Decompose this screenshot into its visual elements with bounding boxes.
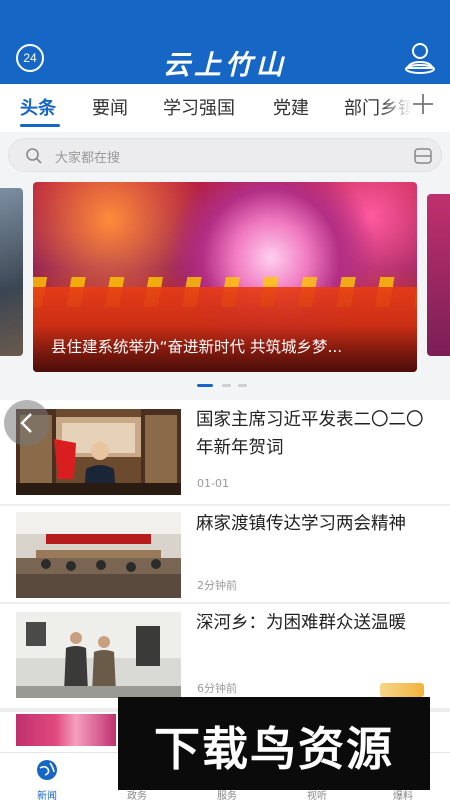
globe-icon xyxy=(36,759,58,781)
nav-news[interactable]: 新闻 xyxy=(17,755,77,800)
ad-badge xyxy=(380,683,424,697)
watermark-overlay: 下载鸟资源 xyxy=(118,697,430,790)
tab-study[interactable]: 学习强国 xyxy=(163,94,235,120)
back-button[interactable] xyxy=(4,400,50,446)
news-item[interactable]: 麻家渡镇传达学习两会精神 2分钟前 xyxy=(0,506,450,602)
news-meta: 6分钟前 xyxy=(197,682,237,695)
app-header: 24 云上竹山 xyxy=(0,0,450,84)
indicator-dot xyxy=(238,384,247,387)
next-slide-preview[interactable] xyxy=(427,194,450,356)
channel-tabs: 头条 要闻 学习强国 党建 部门乡镇 xyxy=(0,84,450,132)
news-meta: 01-01 xyxy=(197,477,229,490)
watermark-text: 下载鸟资源 xyxy=(154,722,394,776)
tab-party[interactable]: 党建 xyxy=(273,94,309,120)
active-tab-indicator xyxy=(20,124,60,127)
news-item[interactable]: 国家主席习近平发表二〇二〇年新年贺词 01-01 xyxy=(0,400,450,504)
news-meta: 2分钟前 xyxy=(197,579,237,592)
search-placeholder: 大家都在搜 xyxy=(55,151,121,166)
news-thumbnail xyxy=(16,512,181,598)
prev-slide-preview[interactable] xyxy=(0,188,23,356)
banner-slide[interactable]: 县住建系统举办“奋进新时代 共筑城乡梦... xyxy=(33,182,417,372)
tab-key-news[interactable]: 要闻 xyxy=(92,94,128,120)
search-area: 大家都在搜 xyxy=(0,132,450,178)
indicator-dot xyxy=(222,384,231,387)
news-title: 麻家渡镇传达学习两会精神 xyxy=(196,514,406,534)
tab-headlines[interactable]: 头条 xyxy=(20,94,56,120)
search-bar[interactable]: 大家都在搜 xyxy=(8,138,442,172)
nav-label: 新闻 xyxy=(37,791,57,800)
plus-icon[interactable] xyxy=(411,92,435,123)
banner-title: 县住建系统举办“奋进新时代 共筑城乡梦... xyxy=(51,338,343,356)
indicator-dot-active xyxy=(197,384,213,387)
news-title: 国家主席习近平发表二〇二〇年新年贺词 xyxy=(196,410,424,458)
user-profile-icon[interactable] xyxy=(402,40,438,74)
news-thumbnail xyxy=(16,612,181,698)
scan-icon[interactable] xyxy=(413,146,433,166)
banner-carousel[interactable]: 县住建系统举办“奋进新时代 共筑城乡梦... xyxy=(0,178,450,400)
search-icon xyxy=(25,147,43,165)
news-title: 深河乡：为困难群众送温暖 xyxy=(196,613,406,633)
news-thumbnail-partial xyxy=(16,714,116,746)
app-title: 云上竹山 xyxy=(163,50,287,81)
